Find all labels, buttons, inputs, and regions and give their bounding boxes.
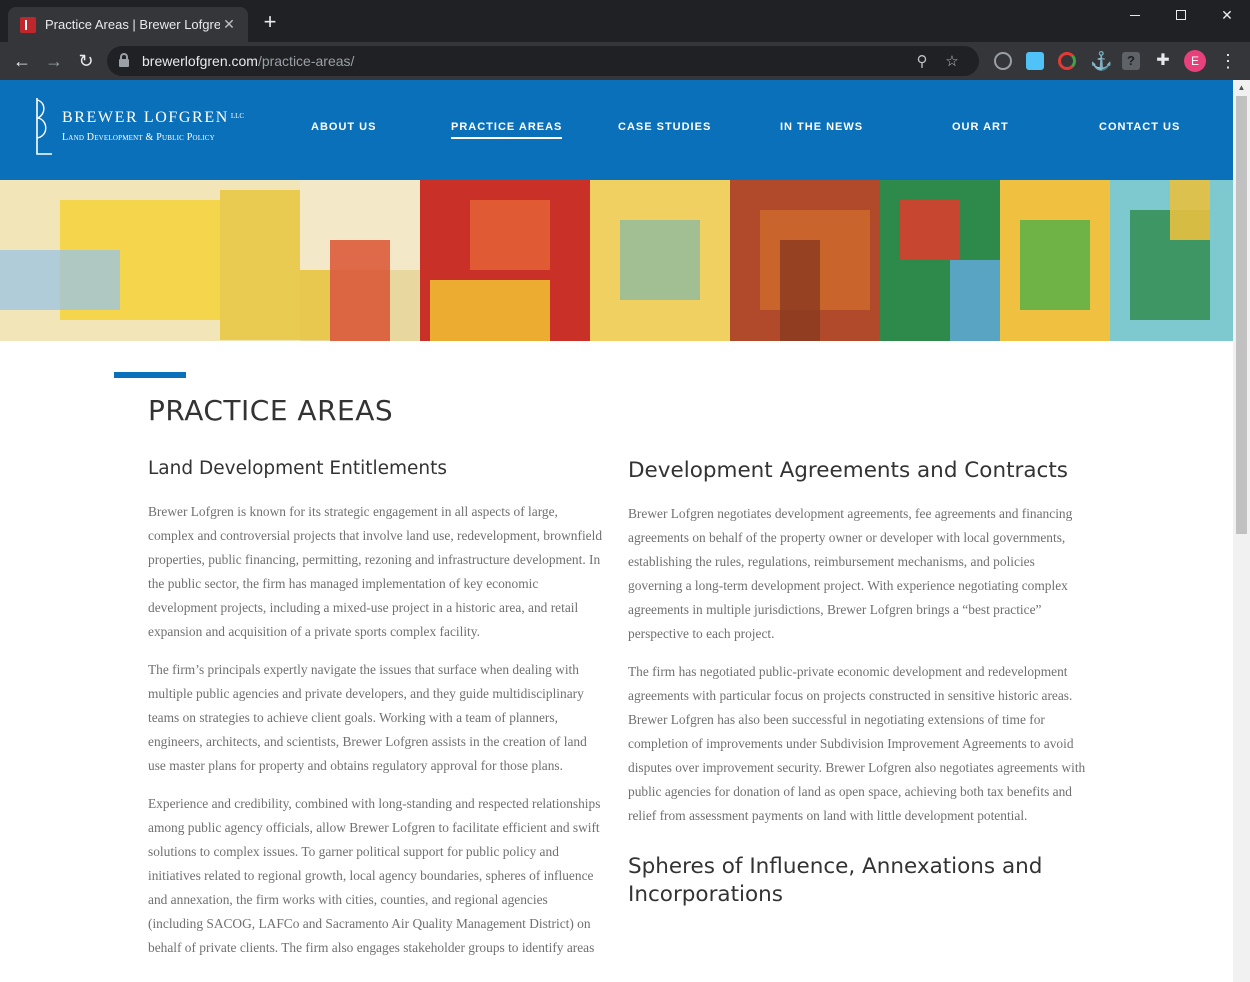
new-tab-button[interactable]: + (258, 11, 282, 33)
left-content-column: Land Development Entitlements Brewer Lof… (148, 457, 606, 974)
site-favicon-icon (20, 16, 36, 33)
back-arrow-icon[interactable]: ← (10, 49, 34, 73)
browser-menu-icon[interactable]: ⋮ (1218, 50, 1238, 72)
url-path: /practice-areas/ (257, 53, 355, 69)
url-text[interactable]: brewerlofgren.com/practice-areas/ (142, 53, 907, 69)
nav-case-studies[interactable]: CASE STUDIES (618, 121, 711, 133)
nav-about-us[interactable]: ABOUT US (311, 121, 376, 133)
page-scrollbar[interactable]: ▲ (1233, 80, 1250, 982)
extension-anchor-icon[interactable]: ⚓ (1090, 52, 1112, 70)
title-accent-bar (114, 372, 186, 378)
url-domain: brewerlofgren.com (142, 53, 258, 69)
extension-circle-icon[interactable] (994, 52, 1012, 70)
logo-suffix: LLC (230, 112, 245, 120)
paragraph: Experience and credibility, combined wit… (148, 796, 601, 955)
address-bar[interactable]: brewerlofgren.com/practice-areas/ ⚲ ☆ (107, 46, 979, 76)
window-close-button[interactable]: ✕ (1204, 0, 1250, 30)
extension-square-icon[interactable] (1026, 52, 1044, 70)
window-minimize-button[interactable] (1112, 0, 1158, 30)
paragraph: The firm has negotiated public-private e… (628, 664, 1086, 823)
section-heading-development-agreements: Development Agreements and Contracts (628, 458, 1068, 483)
site-header: Brewer Lofgren LLC Land Development & Pub… (0, 80, 1233, 180)
extension-ring-icon[interactable] (1058, 52, 1076, 70)
scroll-up-arrow-icon[interactable]: ▲ (1233, 80, 1250, 96)
page-title: PRACTICE AREAS (148, 394, 394, 427)
scrollbar-thumb[interactable] (1236, 96, 1247, 534)
section-heading-spheres-of-influence: Spheres of Influence, Annexations and In… (628, 854, 1043, 907)
paragraph: Brewer Lofgren negotiates development ag… (628, 506, 1073, 641)
nav-our-art[interactable]: OUR ART (952, 121, 1009, 133)
section-heading-land-development: Land Development Entitlements (148, 458, 448, 479)
nav-contact-us[interactable]: CONTACT US (1099, 121, 1180, 133)
paragraph: The firm’s principals expertly navigate … (148, 662, 587, 773)
zoom-icon[interactable]: ⚲ (907, 52, 937, 70)
profile-avatar[interactable]: E (1184, 50, 1206, 72)
reload-icon[interactable]: ↻ (74, 49, 98, 73)
paragraph: Brewer Lofgren is known for its strategi… (148, 504, 603, 639)
window-maximize-button[interactable] (1158, 0, 1204, 30)
browser-toolbar: ← → ↻ brewerlofgren.com/practice-areas/ … (0, 42, 1250, 80)
tab-close-icon[interactable]: ✕ (220, 16, 238, 33)
nav-practice-areas[interactable]: PRACTICE AREAS (451, 121, 563, 139)
hero-painting-banner (0, 180, 1233, 341)
main-navigation: ABOUT US PRACTICE AREAS CASE STUDIES IN … (0, 121, 1233, 141)
tab-title: Practice Areas | Brewer Lofgren (45, 17, 220, 32)
nav-in-the-news[interactable]: IN THE NEWS (780, 121, 863, 133)
extension-question-icon[interactable]: ? (1122, 52, 1140, 70)
page-viewport: Brewer Lofgren LLC Land Development & Pub… (0, 80, 1233, 982)
bookmark-star-icon[interactable]: ☆ (937, 52, 967, 70)
extensions-puzzle-icon[interactable]: ✚ (1154, 52, 1172, 70)
forward-arrow-icon[interactable]: → (42, 49, 66, 73)
browser-tab[interactable]: Practice Areas | Brewer Lofgren ✕ (8, 7, 248, 42)
lock-icon[interactable] (119, 53, 129, 67)
right-content-column: Development Agreements and Contracts Bre… (628, 457, 1086, 926)
browser-tab-strip: Practice Areas | Brewer Lofgren ✕ + ✕ (0, 0, 1250, 42)
